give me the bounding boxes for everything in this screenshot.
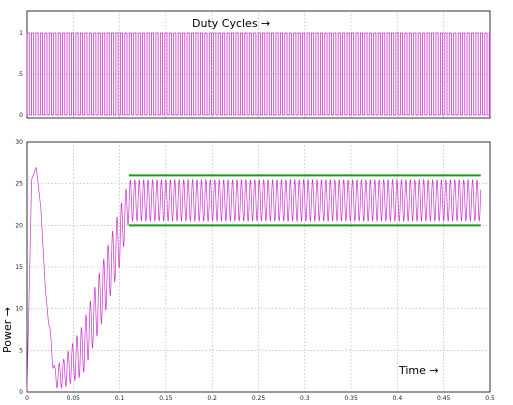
power-y-tick-label: 25: [15, 181, 23, 188]
time-x-tick-label: 0.05: [67, 395, 81, 402]
power-y-tick-label: 5: [19, 347, 23, 354]
duty-cycle-plot: 0.51 Duty Cycles →: [17, 10, 491, 119]
time-x-tick-label: 0.3: [300, 395, 310, 402]
time-x-tick-label: 0.45: [437, 395, 451, 402]
time-annotation: Time →: [398, 364, 439, 377]
duty-cycle-y-tick-labels: 0.51: [17, 30, 23, 119]
time-x-tick-label: 0.25: [252, 395, 266, 402]
power-y-tick-label: 15: [15, 264, 23, 271]
power-plot: 051015202530 0 0.05 0.1 0.15 0.2 0.25 0.3 0.35 0…: [1, 139, 495, 402]
time-x-tick-label: 0: [25, 395, 29, 402]
power-y-tick-label: 20: [15, 222, 23, 229]
time-x-tick-label: 0.2: [207, 395, 217, 402]
power-y-tick-label: 10: [15, 306, 23, 313]
duty-cycle-y-tick-label: 1: [19, 30, 23, 37]
duty-cycle-annotation: Duty Cycles →: [192, 17, 270, 30]
power-y-tick-label: 0: [19, 389, 23, 396]
time-x-tick-label: 0.35: [344, 395, 358, 402]
time-x-tick-label: 0.1: [115, 395, 125, 402]
power-y-tick-labels: 0 5 10 15 20 25 30: [15, 139, 23, 396]
time-x-tick-labels: 0 0.05 0.1 0.15 0.2 0.25 0.3 0.35 0.4 0.45 0.5: [25, 395, 495, 402]
power-y-axis-label: Power →: [1, 307, 14, 353]
time-x-tick-label: 0.5: [485, 395, 495, 402]
figure: 0.51 Duty Cycles → 051015202530 0 0.05 0.1…: [1, 10, 495, 402]
power-y-tick-label: 30: [15, 139, 23, 146]
duty-cycle-y-tick-label: .5: [17, 71, 23, 78]
duty-cycle-y-tick-label: 0: [19, 112, 23, 119]
time-x-tick-label: 0.4: [393, 395, 403, 402]
time-x-tick-label: 0.15: [159, 395, 173, 402]
